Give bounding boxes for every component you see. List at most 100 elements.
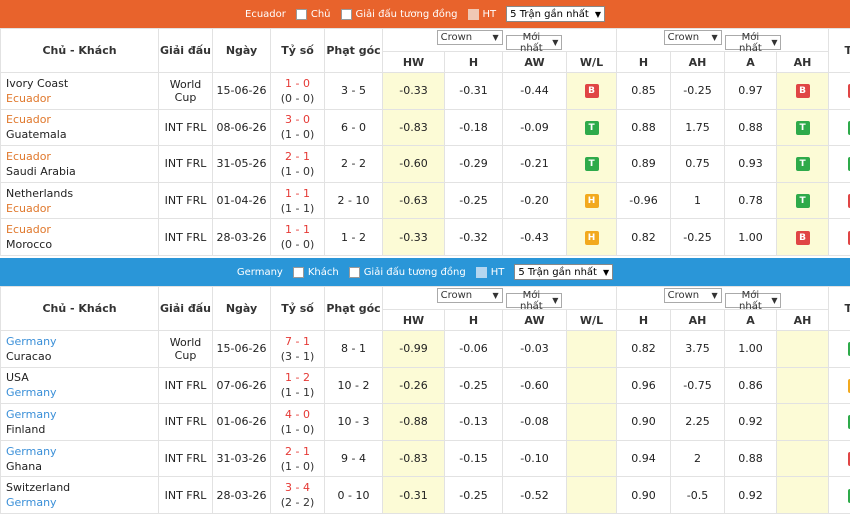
ah-cell: -0.5 (670, 476, 726, 514)
team-name: Ecuador (245, 8, 286, 20)
date-cell: 08-06-26 (212, 108, 271, 147)
score-cell[interactable]: 1 - 1 (0 - 0) (270, 218, 325, 256)
sort-select[interactable]: Mới nhất ▼ (725, 290, 782, 312)
h-cell: -0.15 (444, 439, 503, 478)
league-cell: INT FRL (158, 145, 213, 183)
away-team[interactable]: Germany (6, 385, 158, 400)
full-time-score: 7 - 1 (285, 334, 310, 348)
hw-cell: -0.99 (382, 330, 445, 368)
checkbox-icon[interactable] (475, 266, 487, 278)
aw-cell: -0.60 (502, 366, 567, 405)
home-team[interactable]: Ecuador (6, 149, 158, 164)
filter-ht-checkbox[interactable]: HT (475, 266, 504, 278)
score-cell[interactable]: 7 - 1 (3 - 1) (270, 330, 325, 368)
bookmaker-select[interactable]: Crown ▼ (663, 29, 722, 45)
league-cell: INT FRL (158, 181, 213, 220)
home-team[interactable]: Germany (6, 444, 158, 459)
home-team[interactable]: Ivory Coast (6, 76, 158, 91)
table-row: Ecuador Morocco INT FRL 28-03-26 1 - 1 (… (0, 218, 850, 256)
filter-bar-germany: Germany Khách Giải đấu tương đồng HT 5 T… (0, 258, 850, 286)
home-team[interactable]: Ecuador (6, 112, 158, 127)
full-time-score: 3 - 0 (285, 113, 310, 127)
filter-home-checkbox[interactable]: Chủ (295, 8, 331, 20)
filter-league-checkbox[interactable]: Giải đấu tương đồng (340, 8, 458, 20)
score-cell[interactable]: 2 - 1 (1 - 0) (270, 145, 325, 183)
wl-cell: T (565, 145, 618, 183)
sort-select[interactable]: Mới nhất ▼ (506, 290, 563, 312)
score-cell[interactable]: 1 - 2 (1 - 1) (270, 366, 325, 405)
home-team[interactable]: Germany (6, 334, 158, 349)
home-team[interactable]: Germany (6, 407, 158, 422)
checkbox-icon[interactable] (340, 8, 352, 20)
h2-cell: 0.89 (616, 145, 672, 183)
away-team[interactable]: Curacao (6, 349, 158, 364)
section-ecuador: Ecuador Chủ Giải đấu tương đồng HT 5 Trậ… (0, 0, 850, 256)
recent-matches-select[interactable]: 5 Trận gần nhất ▼ (514, 264, 614, 280)
chevron-down-icon: ▼ (552, 38, 559, 48)
ah-cell: 0.75 (670, 145, 726, 183)
checkbox-icon[interactable] (348, 266, 360, 278)
sort-select[interactable]: Mới nhất ▼ (725, 32, 782, 54)
away-team[interactable]: Ecuador (6, 91, 158, 106)
odds-ah-header: Crown ▼ Mới nhất ▼ (616, 28, 830, 54)
score-cell[interactable]: 1 - 1 (1 - 1) (270, 181, 325, 220)
away-team[interactable]: Ghana (6, 459, 158, 474)
h-cell: -0.13 (444, 403, 503, 441)
hw-cell: -0.33 (382, 218, 445, 256)
away-team[interactable]: Saudi Arabia (6, 164, 158, 179)
date-cell: 07-06-26 (212, 366, 271, 405)
filter-league-checkbox[interactable]: Giải đấu tương đồng (348, 266, 466, 278)
wl-badge: H (584, 230, 599, 245)
hw-cell: -0.88 (382, 403, 445, 441)
away-team[interactable]: Finland (6, 422, 158, 437)
h-cell: -0.25 (444, 181, 503, 220)
aw-cell: -0.20 (502, 181, 567, 220)
score-cell[interactable]: 3 - 0 (1 - 0) (270, 108, 325, 147)
chevron-down-icon: ▼ (492, 290, 499, 300)
chevron-down-icon: ▼ (602, 267, 610, 277)
away-team[interactable]: Ecuador (6, 201, 158, 216)
away-team[interactable]: Germany (6, 495, 158, 510)
h2-cell: 0.85 (616, 72, 672, 110)
sort-select[interactable]: Mới nhất ▼ (506, 32, 563, 54)
a-cell: 0.88 (724, 439, 778, 478)
bookmaker-select[interactable]: Crown ▼ (663, 287, 722, 303)
checkbox-icon[interactable] (292, 266, 304, 278)
header-ah: AH (670, 309, 726, 331)
bookmaker-select[interactable]: Crown ▼ (436, 287, 503, 303)
league-cell: INT FRL (158, 403, 213, 441)
corners-cell: 6 - 0 (324, 108, 383, 147)
ah-cell: -0.75 (670, 366, 726, 405)
recent-matches-select[interactable]: 5 Trận gần nhất ▼ (506, 6, 605, 22)
away-team[interactable]: Morocco (6, 237, 158, 252)
half-time-score: (1 - 0) (280, 128, 315, 142)
score-cell[interactable]: 1 - 0 (0 - 0) (270, 72, 325, 110)
checkbox-icon[interactable] (295, 8, 307, 20)
home-team[interactable]: Switzerland (6, 480, 158, 495)
teams-cell: Netherlands Ecuador (0, 181, 159, 220)
filter-bar-ecuador: Ecuador Chủ Giải đấu tương đồng HT 5 Trậ… (0, 0, 850, 28)
home-team[interactable]: Netherlands (6, 186, 158, 201)
wl-badge: T (584, 157, 599, 172)
home-team[interactable]: USA (6, 370, 158, 385)
away-team[interactable]: Guatemala (6, 127, 158, 142)
filter-away-checkbox[interactable]: Khách (292, 266, 339, 278)
teams-cell: Ecuador Guatemala (0, 108, 159, 147)
score-cell[interactable]: 3 - 4 (2 - 2) (270, 476, 325, 514)
aw-cell: -0.10 (502, 439, 567, 478)
header-league: Giải đấu (158, 286, 213, 331)
bookmaker-select[interactable]: Crown ▼ (436, 29, 503, 45)
date-cell: 28-03-26 (212, 218, 271, 256)
score-cell[interactable]: 4 - 0 (1 - 0) (270, 403, 325, 441)
score-cell[interactable]: 2 - 1 (1 - 0) (270, 439, 325, 478)
hw-cell: -0.60 (382, 145, 445, 183)
table-row: Germany Curacao World Cup 15-06-26 7 - 1… (0, 330, 850, 368)
filter-ht-checkbox[interactable]: HT (467, 8, 496, 20)
checkbox-icon[interactable] (467, 8, 479, 20)
hw-cell: -0.31 (382, 476, 445, 514)
teams-cell: Ecuador Saudi Arabia (0, 145, 159, 183)
hw-cell: -0.26 (382, 366, 445, 405)
wl-badge: T (584, 120, 599, 135)
home-team[interactable]: Ecuador (6, 222, 158, 237)
a-cell: 0.88 (724, 108, 778, 147)
